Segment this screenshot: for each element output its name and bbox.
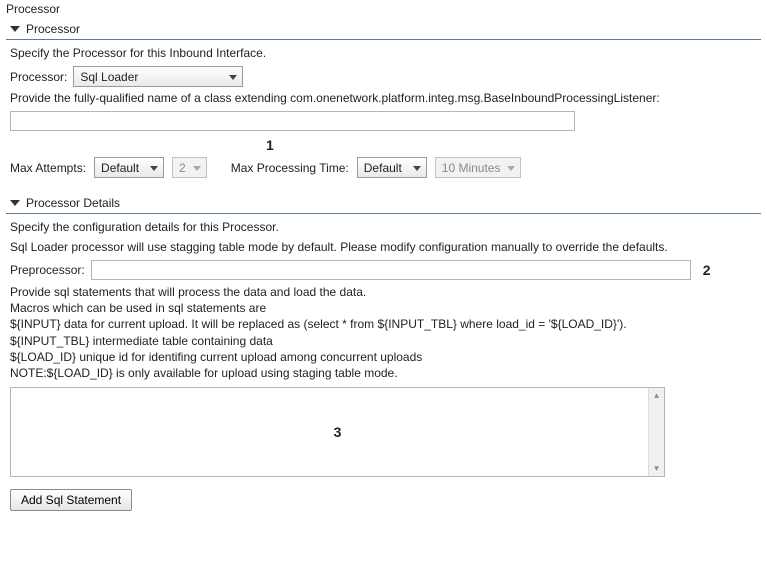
max-attempts-label: Max Attempts: [10, 161, 86, 175]
sql-help-block: Provide sql statements that will process… [10, 284, 757, 381]
max-attempts-combo[interactable]: Default [94, 157, 164, 178]
scrollbar[interactable]: ▴ ▾ [648, 388, 664, 476]
chevron-down-icon [193, 166, 201, 171]
chevron-down-icon [507, 166, 515, 171]
max-proc-value: Default [364, 161, 402, 175]
processor-details-header[interactable]: Processor Details [6, 194, 761, 214]
processor-details-title: Processor Details [26, 196, 120, 210]
processor-intro: Specify the Processor for this Inbound I… [10, 46, 757, 60]
listener-class-input[interactable] [10, 111, 575, 131]
preprocessor-input[interactable] [91, 260, 691, 280]
sql-statement-area[interactable]: 3 ▴ ▾ [10, 387, 665, 477]
scroll-down-icon: ▾ [654, 463, 659, 474]
twisty-down-icon [10, 200, 20, 206]
max-attempts-num-combo: 2 [172, 157, 207, 178]
chevron-down-icon [413, 166, 421, 171]
callout-3: 3 [334, 424, 342, 440]
processor-details-section: Processor Details Specify the configurat… [6, 194, 761, 515]
preprocessor-label: Preprocessor: [10, 263, 85, 277]
callout-2: 2 [703, 262, 711, 278]
max-proc-dur-combo: 10 Minutes [435, 157, 522, 178]
processor-combo[interactable]: Sql Loader [73, 66, 243, 87]
add-sql-statement-button[interactable]: Add Sql Statement [10, 489, 132, 511]
max-proc-dur-value: 10 Minutes [442, 161, 501, 175]
processor-section: Processor Specify the Processor for this… [6, 20, 761, 186]
twisty-down-icon [10, 26, 20, 32]
callout-1: 1 [266, 137, 274, 153]
details-intro: Specify the configuration details for th… [10, 220, 757, 234]
chevron-down-icon [150, 166, 158, 171]
max-proc-combo[interactable]: Default [357, 157, 427, 178]
listener-help: Provide the fully-qualified name of a cl… [10, 91, 757, 105]
details-note: Sql Loader processor will use stagging t… [10, 240, 757, 254]
processor-combo-value: Sql Loader [80, 70, 138, 84]
processor-section-title: Processor [26, 22, 80, 36]
chevron-down-icon [229, 75, 237, 80]
max-proc-label: Max Processing Time: [231, 161, 349, 175]
max-attempts-num-value: 2 [179, 161, 186, 175]
window-title: Processor [0, 0, 767, 20]
max-attempts-value: Default [101, 161, 139, 175]
processor-label: Processor: [10, 70, 67, 84]
scroll-up-icon: ▴ [654, 390, 659, 401]
processor-section-header[interactable]: Processor [6, 20, 761, 40]
